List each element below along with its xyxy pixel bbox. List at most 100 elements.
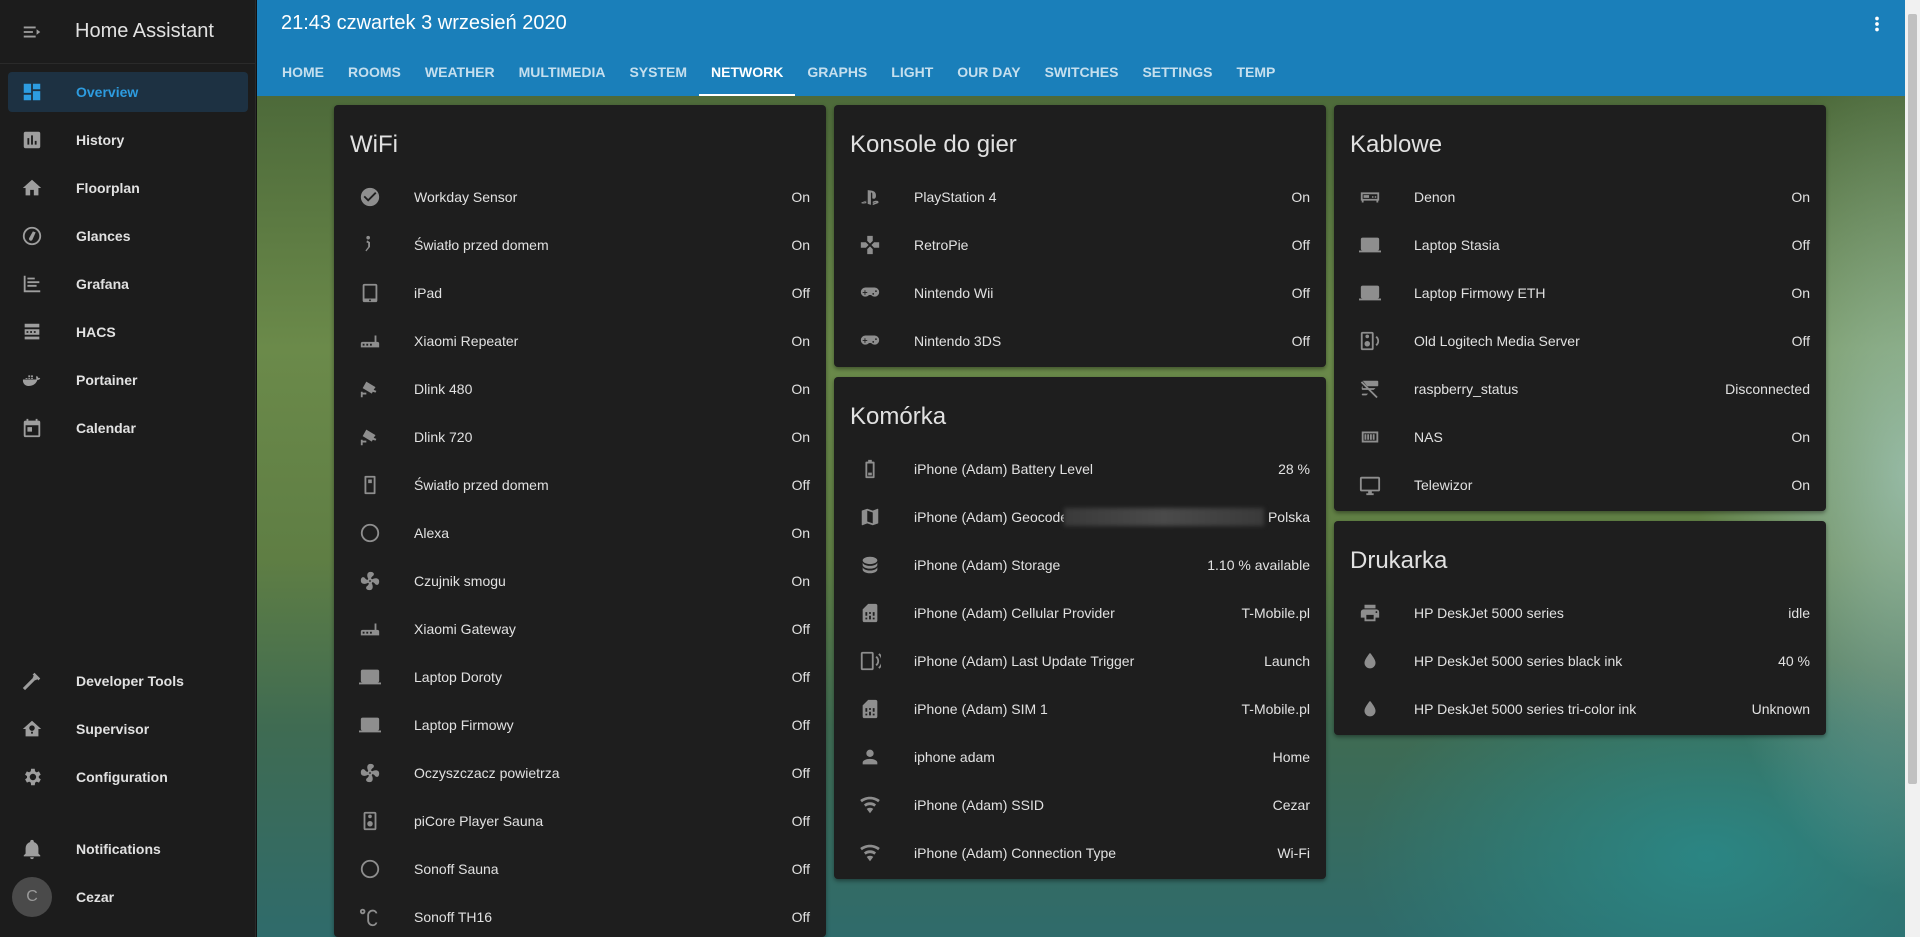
scrollbar-thumb[interactable] bbox=[1908, 14, 1917, 784]
sidebar-item-hacs[interactable]: HACS bbox=[8, 312, 248, 352]
controller-icon bbox=[858, 281, 882, 305]
entity-row[interactable]: HP DeskJet 5000 series tri-color ink Unkn… bbox=[1334, 685, 1826, 733]
tab-home[interactable]: HOME bbox=[270, 48, 336, 96]
card-title: WiFi bbox=[350, 131, 398, 158]
entity-row[interactable]: Xiaomi Gateway Off bbox=[334, 605, 826, 653]
entity-row[interactable]: iPad Off bbox=[334, 269, 826, 317]
entity-row[interactable]: Telewizor On bbox=[1334, 461, 1826, 509]
entity-row[interactable]: iPhone (Adam) SIM 1 T-Mobile.pl bbox=[834, 685, 1326, 733]
entity-row[interactable]: HP DeskJet 5000 series black ink 40 % bbox=[1334, 637, 1826, 685]
menu-collapse-icon[interactable] bbox=[20, 20, 44, 44]
battery-icon bbox=[858, 457, 882, 481]
entity-state: Off bbox=[791, 621, 810, 637]
sidebar-item-profile[interactable]: C Cezar bbox=[8, 877, 248, 917]
entity-row[interactable]: iPhone (Adam) Cellular Provider T-Mobile.… bbox=[834, 589, 1326, 637]
sidebar-item-supervisor[interactable]: Supervisor bbox=[8, 709, 248, 749]
gamepad-icon bbox=[858, 233, 882, 257]
entity-row[interactable]: Nintendo Wii Off bbox=[834, 269, 1326, 317]
entity-state: Off bbox=[791, 717, 810, 733]
tab-switches[interactable]: SWITCHES bbox=[1033, 48, 1131, 96]
tab-our-day[interactable]: OUR DAY bbox=[945, 48, 1032, 96]
sidebar-item-grafana[interactable]: Grafana bbox=[8, 264, 248, 304]
entity-row[interactable]: Sonoff Sauna Off bbox=[334, 845, 826, 893]
playstation-icon bbox=[858, 185, 882, 209]
sidebar-item-glances[interactable]: Glances bbox=[8, 216, 248, 256]
sidebar-item-developer-tools[interactable]: Developer Tools bbox=[8, 661, 248, 701]
entity-name: iPhone (Adam) Geocode… bbox=[914, 509, 1064, 525]
sidebar-item-portainer[interactable]: Portainer bbox=[8, 360, 248, 400]
tab-multimedia[interactable]: MULTIMEDIA bbox=[507, 48, 618, 96]
entity-row[interactable]: Alexa On bbox=[334, 509, 826, 557]
sidebar-item-history[interactable]: History bbox=[8, 120, 248, 160]
entity-name: Xiaomi Repeater bbox=[414, 333, 519, 349]
tab-weather[interactable]: WEATHER bbox=[413, 48, 507, 96]
sidebar-item-floorplan[interactable]: Floorplan bbox=[8, 168, 248, 208]
entity-name: Laptop Stasia bbox=[1414, 237, 1500, 253]
entity-row[interactable]: Xiaomi Repeater On bbox=[334, 317, 826, 365]
entity-row[interactable]: Laptop Doroty Off bbox=[334, 653, 826, 701]
entity-row[interactable]: iPhone (Adam) Geocode… Polska bbox=[834, 493, 1326, 541]
page-scrollbar[interactable] bbox=[1905, 0, 1920, 937]
entity-row[interactable]: HP DeskJet 5000 series idle bbox=[1334, 589, 1826, 637]
entity-row[interactable]: Czujnik smogu On bbox=[334, 557, 826, 605]
entity-row[interactable]: Światło przed domem On bbox=[334, 221, 826, 269]
entity-row[interactable]: Laptop Firmowy ETH On bbox=[1334, 269, 1826, 317]
entity-state: On bbox=[1791, 285, 1810, 301]
entity-row[interactable]: Nintendo 3DS Off bbox=[834, 317, 1326, 365]
entity-row[interactable]: Denon On bbox=[1334, 173, 1826, 221]
entity-name: HP DeskJet 5000 series tri-color ink bbox=[1414, 701, 1637, 717]
check-circle-icon bbox=[358, 185, 382, 209]
entity-row[interactable]: PlayStation 4 On bbox=[834, 173, 1326, 221]
entity-row[interactable]: iphone adam Home bbox=[834, 733, 1326, 781]
sidebar-item-overview[interactable]: Overview bbox=[8, 72, 248, 112]
tab-settings[interactable]: SETTINGS bbox=[1130, 48, 1224, 96]
tab-rooms[interactable]: ROOMS bbox=[336, 48, 413, 96]
hammer-icon bbox=[20, 669, 44, 693]
speaker-wireless-icon bbox=[1358, 329, 1382, 353]
entity-row[interactable]: Sonoff TH16 Off bbox=[334, 893, 826, 937]
entity-row[interactable]: iPhone (Adam) SSID Cezar bbox=[834, 781, 1326, 829]
entity-row[interactable]: piCore Player Sauna Off bbox=[334, 797, 826, 845]
entity-row[interactable]: Dlink 480 On bbox=[334, 365, 826, 413]
entity-name: Dlink 720 bbox=[414, 429, 473, 445]
tab-graphs[interactable]: GRAPHS bbox=[795, 48, 879, 96]
docker-icon bbox=[20, 368, 44, 392]
entity-row[interactable]: iPhone (Adam) Connection Type Wi-Fi bbox=[834, 829, 1326, 877]
entity-row[interactable]: NAS On bbox=[1334, 413, 1826, 461]
entity-row[interactable]: Old Logitech Media Server Off bbox=[1334, 317, 1826, 365]
sidebar-title: Home Assistant bbox=[75, 20, 214, 42]
router-icon bbox=[358, 329, 382, 353]
entity-row[interactable]: Laptop Stasia Off bbox=[1334, 221, 1826, 269]
app-toolbar: 21:43 czwartek 3 wrzesień 2020 HOME ROOM… bbox=[257, 0, 1905, 96]
entity-row[interactable]: iPhone (Adam) Storage 1.10 % available bbox=[834, 541, 1326, 589]
sidebar-item-label: Developer Tools bbox=[76, 673, 184, 689]
wifi-icon bbox=[858, 841, 882, 865]
entity-row[interactable]: Dlink 720 On bbox=[334, 413, 826, 461]
entity-state: Off bbox=[1791, 333, 1810, 349]
cctv-icon bbox=[358, 377, 382, 401]
avatar: C bbox=[12, 877, 52, 917]
entity-row[interactable]: Oczyszczacz powietrza Off bbox=[334, 749, 826, 797]
tab-network[interactable]: NETWORK bbox=[699, 48, 796, 96]
entity-state: Cezar bbox=[1272, 797, 1310, 813]
tab-light[interactable]: LIGHT bbox=[879, 48, 945, 96]
entity-row[interactable]: Światło przed domem Off bbox=[334, 461, 826, 509]
nas-icon bbox=[1358, 425, 1382, 449]
overview-icon bbox=[20, 80, 44, 104]
sidebar-item-calendar[interactable]: Calendar bbox=[8, 408, 248, 448]
tab-system[interactable]: SYSTEM bbox=[617, 48, 699, 96]
fan-icon bbox=[358, 761, 382, 785]
sidebar-item-configuration[interactable]: Configuration bbox=[8, 757, 248, 797]
entity-row[interactable]: raspberry_status Disconnected bbox=[1334, 365, 1826, 413]
entity-state: Home bbox=[1272, 749, 1310, 765]
entity-row[interactable]: RetroPie Off bbox=[834, 221, 1326, 269]
entity-row[interactable]: Workday Sensor On bbox=[334, 173, 826, 221]
sidebar-item-notifications[interactable]: Notifications bbox=[8, 829, 248, 869]
home-icon bbox=[20, 176, 44, 200]
entity-row[interactable]: Laptop Firmowy Off bbox=[334, 701, 826, 749]
more-options-button[interactable] bbox=[1865, 12, 1889, 36]
entity-name: iPhone (Adam) Connection Type bbox=[914, 845, 1117, 861]
tab-temp[interactable]: TEMP bbox=[1224, 48, 1287, 96]
entity-row[interactable]: iPhone (Adam) Last Update Trigger Launch bbox=[834, 637, 1326, 685]
entity-row[interactable]: iPhone (Adam) Battery Level 28 % bbox=[834, 445, 1326, 493]
